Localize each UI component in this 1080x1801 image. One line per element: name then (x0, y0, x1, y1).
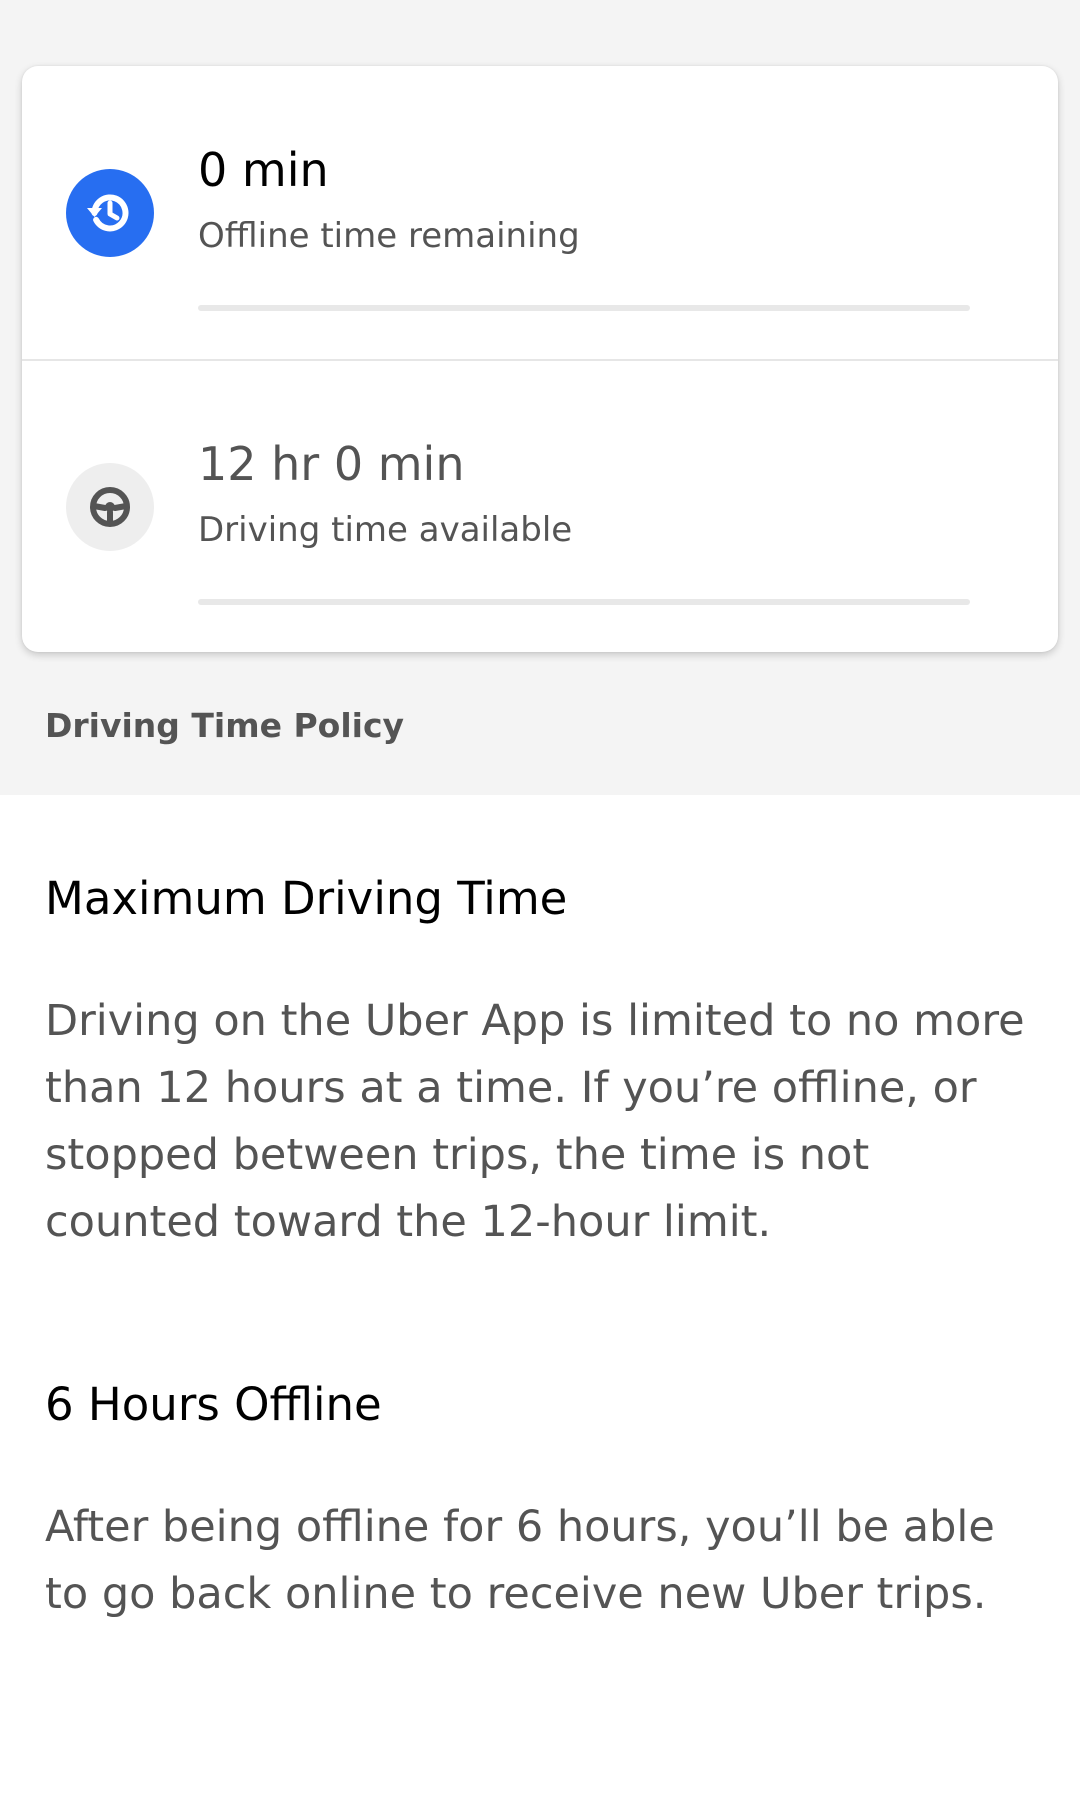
steering-wheel-icon (66, 463, 154, 551)
max-driving-time-heading: Maximum Driving Time (45, 872, 568, 925)
status-area: 0 min Offline time remaining 12 hr 0 min… (0, 0, 1080, 795)
policy-section-title: Driving Time Policy (45, 706, 405, 745)
offline-time-value: 0 min (198, 143, 329, 197)
offline-time-row: 0 min Offline time remaining (22, 66, 1058, 359)
driving-time-caption: Driving time available (198, 510, 573, 550)
offline-time-caption: Offline time remaining (198, 216, 580, 256)
driving-time-value: 12 hr 0 min (198, 437, 465, 491)
history-icon (66, 169, 154, 257)
offline-hours-body: After being offline for 6 hours, you’ll … (45, 1502, 995, 1619)
driving-progress-bar (198, 599, 970, 605)
driving-status-card: 0 min Offline time remaining 12 hr 0 min… (22, 66, 1058, 652)
offline-hours-heading: 6 Hours Offline (45, 1378, 382, 1431)
offline-progress-bar (198, 305, 970, 311)
driving-time-row: 12 hr 0 min Driving time available (22, 360, 1058, 652)
max-driving-time-body: Driving on the Uber App is limited to no… (45, 996, 1025, 1247)
